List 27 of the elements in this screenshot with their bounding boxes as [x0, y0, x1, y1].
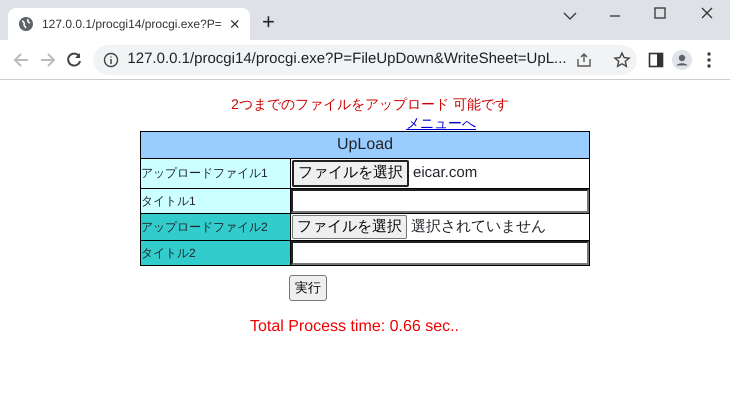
field-label: アップロードファイル2 — [140, 213, 290, 240]
sidebar-icon[interactable] — [648, 52, 664, 68]
address-text: 127.0.0.1/procgi14/procgi.exe?P=FileUpDown&WriteSheet=UpL... — [127, 49, 567, 70]
notice-text: 2つまでのファイルをアップロード 可能です — [231, 96, 509, 112]
menu-icon[interactable] — [706, 52, 711, 68]
field-label: タイトル1 — [140, 188, 290, 213]
info-icon[interactable] — [103, 52, 120, 68]
close-tab-button[interactable]: × — [229, 10, 240, 38]
process-time: Total Process time: 0.66 sec.. — [250, 318, 459, 334]
new-tab-button[interactable]: + — [262, 11, 275, 33]
choose-file-button[interactable]: ファイルを選択 — [292, 214, 407, 239]
file-name: 選択されていません — [411, 216, 546, 236]
field-label: アップロードファイル1 — [140, 158, 290, 188]
title-field[interactable] — [291, 188, 589, 212]
reload-icon[interactable] — [65, 50, 84, 68]
tab-title: 127.0.0.1/procgi14/procgi.exe?P= — [42, 16, 222, 33]
title-field[interactable] — [291, 241, 589, 265]
field-label: タイトル2 — [140, 240, 290, 266]
file-name: eicar.com — [413, 163, 478, 183]
menu-link[interactable]: メニューへ — [406, 115, 476, 131]
choose-file-button[interactable]: ファイルを選択 — [292, 160, 409, 186]
address-bar[interactable]: 127.0.0.1/procgi14/procgi.exe?P=FileUpDown&WriteSheet=UpL... — [93, 44, 637, 74]
star-icon[interactable] — [612, 50, 631, 68]
form-title: UpLoad — [140, 132, 590, 158]
share-icon[interactable] — [574, 50, 593, 68]
submit-button[interactable]: 実行 — [289, 275, 327, 300]
profile-icon[interactable] — [672, 50, 692, 70]
